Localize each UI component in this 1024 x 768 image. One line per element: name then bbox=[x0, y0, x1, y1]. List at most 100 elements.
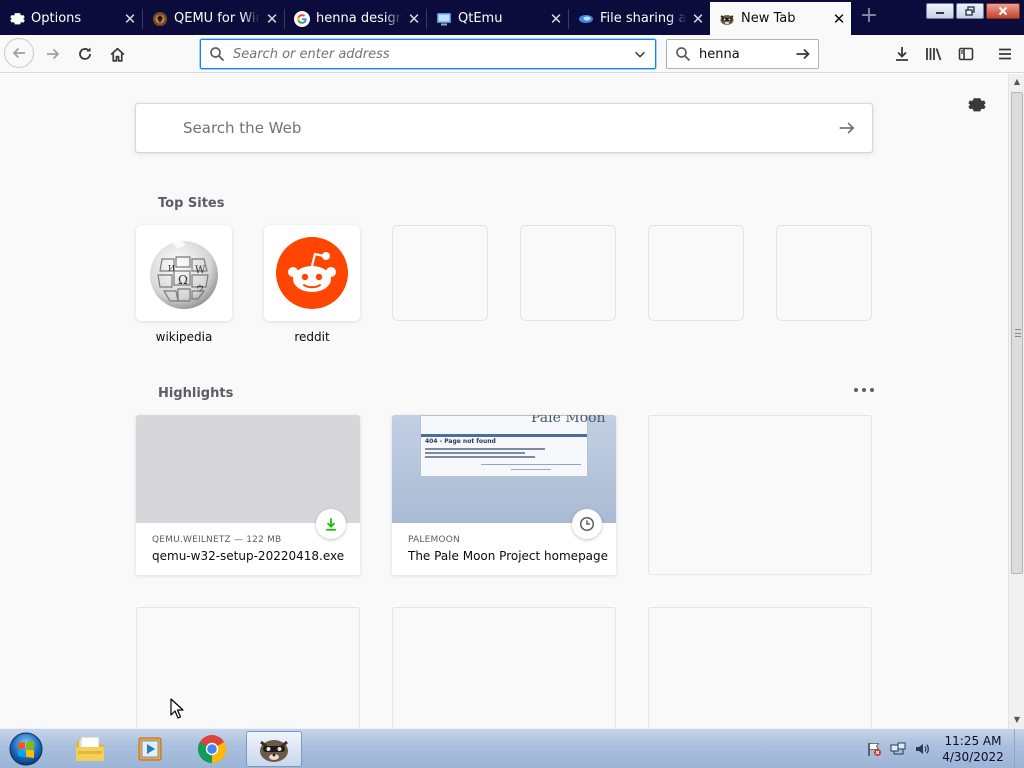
gear-icon bbox=[968, 98, 986, 112]
sidebar-icon bbox=[958, 47, 974, 61]
start-button[interactable] bbox=[6, 730, 46, 768]
page-scrollbar[interactable]: ▲ ▼ bbox=[1008, 74, 1024, 728]
clock-icon bbox=[572, 509, 602, 539]
window-close-button[interactable] bbox=[986, 3, 1020, 19]
tab-close-button[interactable]: ✕ bbox=[118, 10, 142, 28]
search-bar[interactable]: henna bbox=[666, 39, 819, 69]
forward-button[interactable] bbox=[39, 40, 67, 68]
library-button[interactable] bbox=[920, 40, 948, 68]
highlight-card-qemu-download[interactable]: QEMU.WEILNETZ — 122 MB qemu-w32-setup-20… bbox=[136, 415, 360, 575]
top-site-tile-reddit[interactable] bbox=[264, 225, 360, 321]
highlight-title: qemu-w32-setup-20220418.exe bbox=[152, 549, 345, 563]
palemoon-icon bbox=[719, 11, 735, 27]
taskbar-file-explorer[interactable] bbox=[62, 731, 118, 767]
library-icon bbox=[926, 48, 942, 61]
highlights-more-options-button[interactable] bbox=[854, 384, 874, 396]
address-bar[interactable] bbox=[200, 39, 656, 69]
volume-icon[interactable] bbox=[914, 741, 930, 757]
tab-title: New Tab bbox=[741, 11, 796, 26]
back-arrow-icon bbox=[12, 47, 25, 59]
clock-time: 11:25 AM bbox=[944, 734, 1002, 748]
tab-qtemu[interactable]: QtEmu ✕ bbox=[427, 2, 568, 35]
customize-button[interactable] bbox=[966, 94, 988, 116]
folder-icon bbox=[76, 736, 104, 761]
top-site-label[interactable]: reddit bbox=[264, 330, 360, 344]
back-button[interactable] bbox=[4, 38, 34, 68]
tab-close-button[interactable]: ✕ bbox=[827, 10, 851, 28]
tab-close-button[interactable]: ✕ bbox=[544, 10, 568, 28]
svg-text:ウ: ウ bbox=[196, 284, 204, 293]
tab-title: henna designs bbox=[316, 11, 402, 26]
wikipedia-icon: Ω W И ウ bbox=[150, 239, 218, 309]
search-bar-input[interactable]: henna bbox=[699, 47, 788, 62]
top-site-placeholder bbox=[520, 225, 616, 321]
restore-button[interactable] bbox=[956, 3, 984, 19]
downloads-button[interactable] bbox=[888, 40, 916, 68]
media-player-icon bbox=[138, 737, 162, 761]
tab-close-button[interactable]: ✕ bbox=[260, 10, 284, 28]
scroll-up-arrow-icon[interactable]: ▲ bbox=[1009, 74, 1024, 90]
main-menu-button[interactable] bbox=[991, 40, 1019, 68]
clock-date: 4/30/2022 bbox=[942, 750, 1004, 764]
search-icon bbox=[675, 46, 691, 62]
close-icon bbox=[998, 6, 1008, 16]
file-sharing-icon bbox=[578, 11, 594, 27]
top-site-placeholder bbox=[776, 225, 872, 321]
svg-text:W: W bbox=[195, 265, 206, 276]
svg-text:Ω: Ω bbox=[178, 273, 188, 287]
tab-title: File sharing and bbox=[600, 11, 686, 26]
google-icon bbox=[294, 10, 310, 27]
scroll-down-arrow-icon[interactable]: ▼ bbox=[1009, 712, 1024, 728]
highlight-placeholder bbox=[648, 415, 872, 575]
taskbar-palemoon[interactable] bbox=[246, 731, 302, 767]
palemoon-icon bbox=[260, 740, 288, 762]
reddit-icon bbox=[276, 237, 348, 309]
chevron-down-icon[interactable] bbox=[625, 47, 655, 61]
scrollbar-thumb[interactable] bbox=[1011, 92, 1023, 574]
gear-icon bbox=[9, 11, 25, 27]
minimize-button[interactable] bbox=[926, 3, 954, 19]
windows-taskbar: 11:25 AM 4/30/2022 bbox=[0, 728, 1024, 768]
new-tab-button[interactable]: + bbox=[857, 4, 881, 30]
highlight-host: PALEMOON bbox=[408, 535, 460, 545]
taskbar-chrome[interactable] bbox=[184, 731, 240, 767]
show-desktop-button[interactable] bbox=[1014, 729, 1024, 768]
action-center-flag-icon[interactable] bbox=[866, 741, 882, 757]
tab-options[interactable]: Options ✕ bbox=[0, 2, 142, 35]
preview-heading: Pale Moon bbox=[531, 415, 606, 426]
web-search-go-button[interactable] bbox=[822, 119, 872, 137]
tab-title: QEMU for Windows bbox=[174, 11, 260, 26]
sidebar-button[interactable] bbox=[952, 40, 980, 68]
qemu-icon bbox=[152, 11, 168, 27]
network-icon[interactable] bbox=[890, 741, 906, 757]
top-site-label[interactable]: wikipedia bbox=[136, 330, 232, 344]
search-go-button[interactable] bbox=[788, 46, 818, 62]
tab-close-button[interactable]: ✕ bbox=[686, 10, 710, 28]
chrome-icon bbox=[198, 735, 226, 763]
taskbar-clock[interactable]: 11:25 AM 4/30/2022 bbox=[936, 733, 1010, 765]
mouse-cursor-icon bbox=[170, 698, 184, 719]
forward-arrow-icon bbox=[47, 48, 60, 60]
qtemu-icon bbox=[436, 11, 452, 27]
highlights-title: Highlights bbox=[158, 386, 234, 401]
taskbar-media-player[interactable] bbox=[122, 731, 178, 767]
top-site-tile-wikipedia[interactable]: Ω W И ウ bbox=[136, 225, 232, 321]
tab-henna-designs[interactable]: henna designs ✕ bbox=[285, 2, 426, 35]
download-icon bbox=[896, 47, 908, 61]
tab-new-tab[interactable]: New Tab ✕ bbox=[710, 2, 851, 35]
tab-file-sharing[interactable]: File sharing and ✕ bbox=[569, 2, 710, 35]
hamburger-menu-icon bbox=[999, 48, 1011, 60]
highlight-placeholder bbox=[648, 607, 872, 728]
address-input[interactable] bbox=[233, 46, 625, 62]
highlight-thumbnail: Pale Moon 404 - Page not found bbox=[392, 415, 616, 523]
reload-button[interactable] bbox=[71, 40, 99, 68]
navigation-toolbar: henna bbox=[0, 35, 1024, 73]
highlight-card-palemoon[interactable]: Pale Moon 404 - Page not found PALEMOON … bbox=[392, 415, 616, 575]
web-search-box[interactable]: Search the Web bbox=[135, 103, 873, 153]
tab-close-button[interactable]: ✕ bbox=[402, 10, 426, 28]
home-button[interactable] bbox=[103, 40, 131, 68]
highlight-placeholder bbox=[392, 607, 616, 728]
arrow-right-icon bbox=[796, 48, 810, 60]
new-tab-page: Search the Web Top Sites Ω W И ウ wikiped… bbox=[0, 74, 1008, 728]
tab-qemu-for-windows[interactable]: QEMU for Windows ✕ bbox=[143, 2, 284, 35]
